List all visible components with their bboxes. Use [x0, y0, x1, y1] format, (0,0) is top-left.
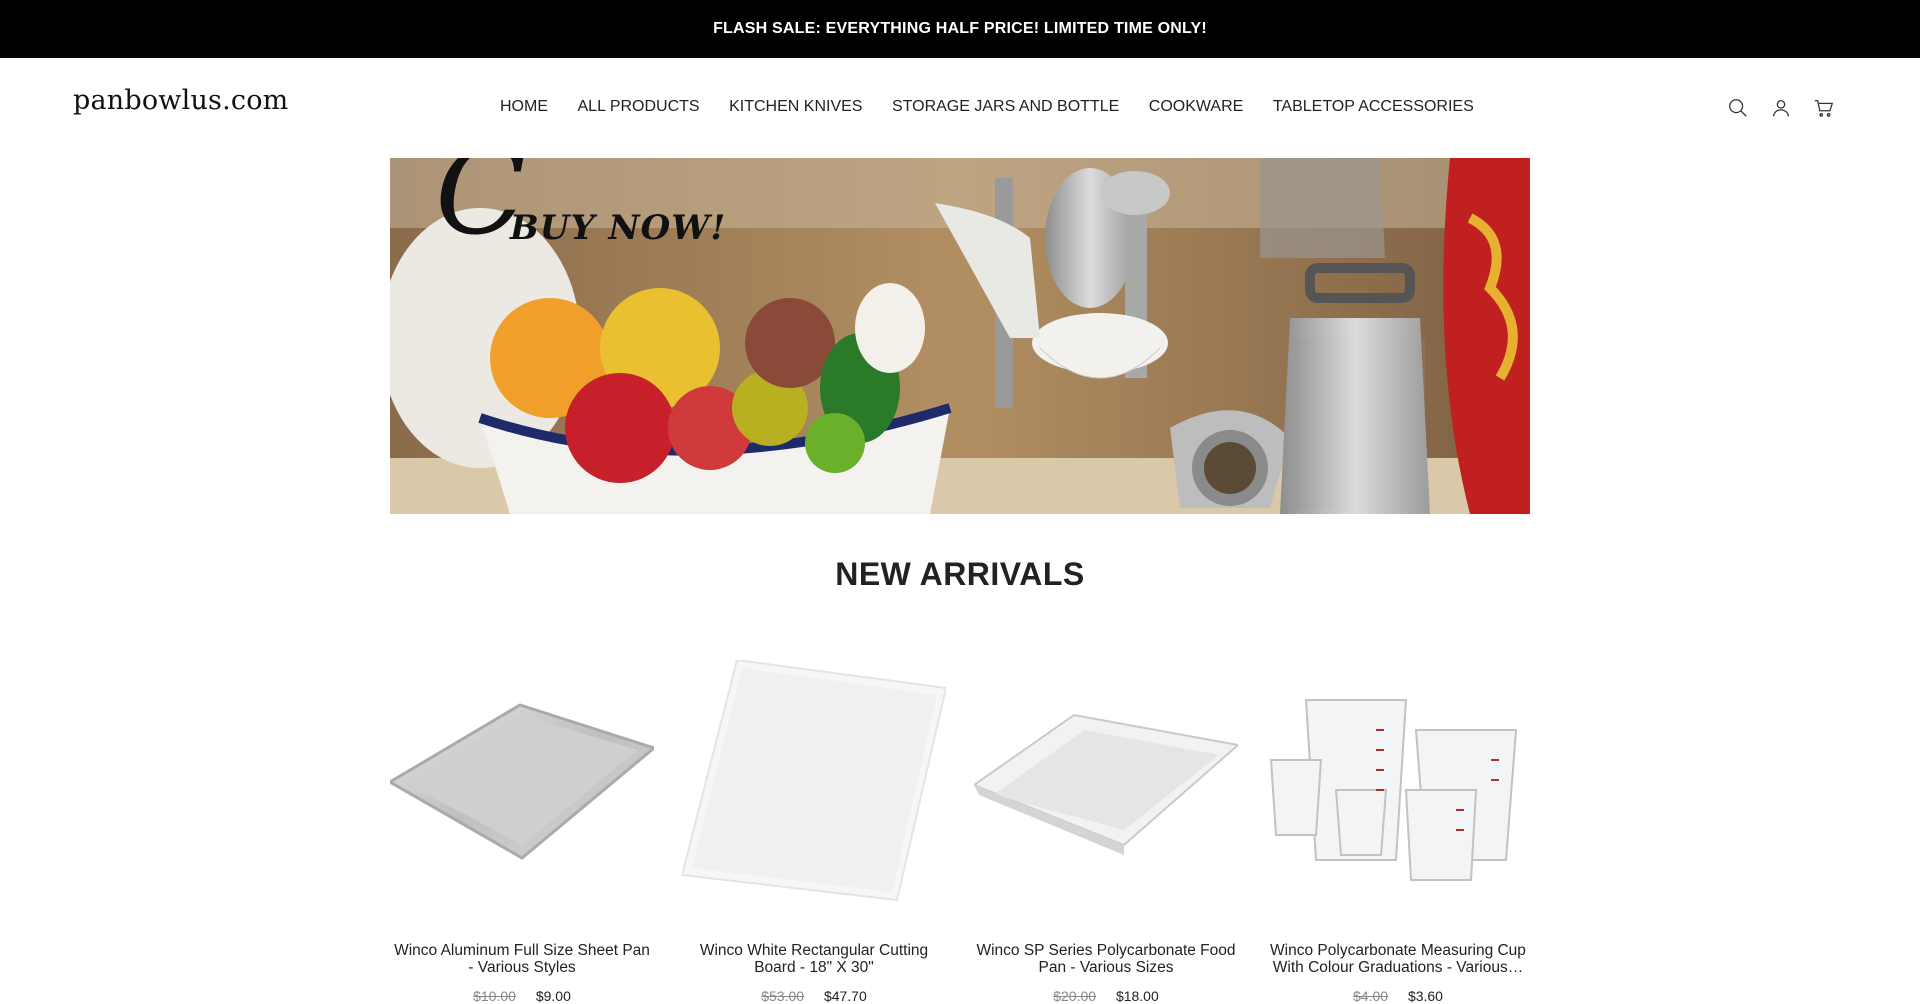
- product-name[interactable]: Winco Polycarbonate Measuring Cup With C…: [1266, 942, 1530, 976]
- product-prices: $4.00 $3.60: [1266, 988, 1530, 1004]
- product-image[interactable]: [390, 660, 654, 924]
- product-card[interactable]: Winco Aluminum Full Size Sheet Pan - Var…: [390, 660, 654, 1004]
- old-price: $53.00: [761, 988, 805, 1004]
- product-image[interactable]: [974, 660, 1238, 924]
- product-image[interactable]: [1266, 660, 1530, 924]
- sale-price: $3.60: [1407, 988, 1443, 1004]
- product-prices: $10.00 $9.00: [390, 988, 654, 1004]
- product-card[interactable]: Winco Polycarbonate Measuring Cup With C…: [1266, 660, 1530, 1004]
- announcement-bar: FLASH SALE: EVERYTHING HALF PRICE! LIMIT…: [0, 0, 1920, 58]
- product-card[interactable]: Winco White Rectangular Cutting Board - …: [682, 660, 946, 1004]
- site-logo[interactable]: panbowlus.com: [73, 85, 288, 116]
- product-name[interactable]: Winco White Rectangular Cutting Board - …: [682, 942, 946, 976]
- hero-buy-now[interactable]: BUY NOW!: [510, 208, 726, 248]
- product-name[interactable]: Winco SP Series Polycarbonate Food Pan -…: [974, 942, 1238, 976]
- sale-price: $47.70: [823, 988, 867, 1004]
- product-card[interactable]: Winco SP Series Polycarbonate Food Pan -…: [974, 660, 1238, 1004]
- product-prices: $53.00 $47.70: [682, 988, 946, 1004]
- product-image[interactable]: [682, 660, 946, 924]
- old-price: $10.00: [473, 988, 516, 1004]
- section-title: NEW ARRIVALS: [835, 556, 1085, 592]
- nav-all-products[interactable]: ALL PRODUCTS: [578, 98, 700, 116]
- main-nav: HOME ALL PRODUCTS KITCHEN KNIVES STORAGE…: [500, 98, 1474, 116]
- old-price: $4.00: [1353, 988, 1389, 1004]
- old-price: $20.00: [1053, 988, 1097, 1004]
- sale-price: $9.00: [535, 988, 571, 1004]
- search-icon[interactable]: [1726, 96, 1749, 119]
- nav-kitchen-knives[interactable]: KITCHEN KNIVES: [729, 98, 862, 116]
- announcement-text: FLASH SALE: EVERYTHING HALF PRICE! LIMIT…: [713, 20, 1207, 37]
- cart-icon[interactable]: [1812, 96, 1835, 119]
- account-icon[interactable]: [1769, 96, 1792, 119]
- nav-tabletop-accessories[interactable]: TABLETOP ACCESSORIES: [1273, 98, 1474, 116]
- sale-price: $18.00: [1115, 988, 1159, 1004]
- hero-banner[interactable]: C BUY NOW!: [390, 158, 1530, 514]
- nav-storage-jars[interactable]: STORAGE JARS AND BOTTLE: [892, 98, 1119, 116]
- product-name[interactable]: Winco Aluminum Full Size Sheet Pan - Var…: [390, 942, 654, 976]
- header-icons: [1726, 96, 1835, 119]
- product-grid: Winco Aluminum Full Size Sheet Pan - Var…: [390, 660, 1530, 1004]
- nav-cookware[interactable]: COOKWARE: [1149, 98, 1244, 116]
- product-prices: $20.00 $18.00: [974, 988, 1238, 1004]
- site-header: panbowlus.com HOME ALL PRODUCTS KITCHEN …: [0, 58, 1920, 158]
- nav-home[interactable]: HOME: [500, 98, 548, 116]
